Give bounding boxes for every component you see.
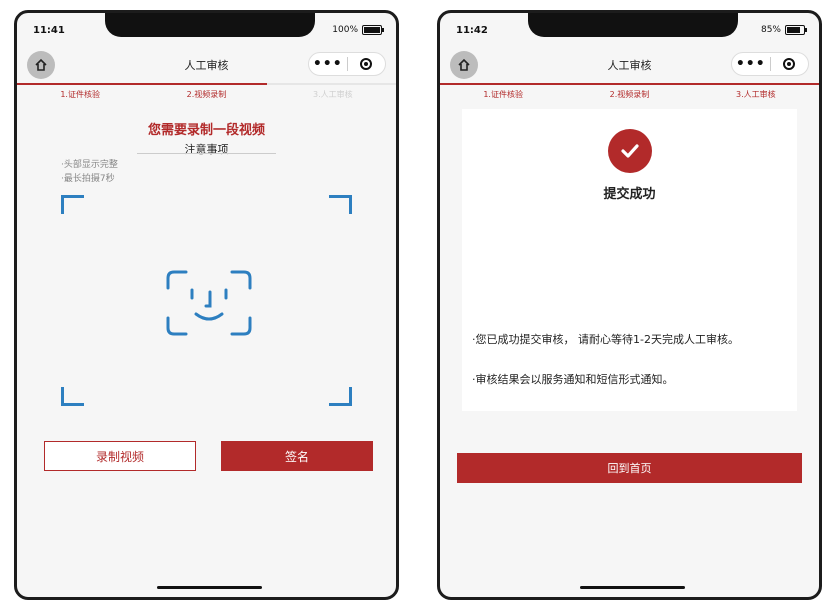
close-target-button[interactable] — [348, 58, 386, 70]
record-video-button[interactable]: 录制视频 — [44, 441, 196, 471]
step-1: 1.证件核验 — [60, 90, 100, 99]
battery-icon — [362, 25, 384, 35]
mini-program-capsule: ••• — [731, 52, 809, 76]
notes-divider — [137, 153, 276, 154]
nav-bar: 人工审核 ••• — [17, 47, 396, 83]
back-home-button[interactable]: 回到首页 — [457, 453, 802, 483]
target-icon — [783, 58, 796, 70]
home-indicator — [580, 586, 685, 589]
step-3: 3.人工审核 — [736, 90, 776, 99]
note-item: ·最长拍摄7秒 — [61, 174, 115, 184]
step-3: 3.人工审核 — [313, 90, 353, 99]
progress-fill — [440, 83, 819, 85]
step-1: 1.证件核验 — [483, 90, 523, 99]
frame-corner-top-left — [61, 195, 84, 214]
success-title: 提交成功 — [603, 187, 656, 202]
step-2: 2.视频录制 — [609, 90, 650, 99]
face-id-icon — [166, 270, 252, 336]
status-time: 11:41 — [33, 25, 65, 36]
progress-bar — [17, 83, 396, 85]
check-mark-icon — [620, 144, 639, 158]
close-target-button[interactable] — [771, 58, 809, 70]
mini-program-capsule: ••• — [308, 52, 386, 76]
notch — [528, 13, 738, 37]
status-right: 85% — [760, 25, 807, 35]
frame-corner-top-right — [329, 195, 352, 214]
battery-fill — [787, 27, 801, 33]
message-item: ·审核结果会以服务通知和短信形式通知。 — [472, 373, 674, 386]
more-dots-icon[interactable]: ••• — [309, 57, 347, 71]
status-time: 11:42 — [456, 25, 488, 36]
more-dots-icon[interactable]: ••• — [732, 57, 770, 71]
battery-fill — [364, 27, 380, 33]
frame-corner-bottom-right — [329, 387, 352, 406]
progress-fill — [17, 83, 268, 85]
phone-right: 11:42 85% 人工审核 ••• 1.证件核验 2.视频录制 3.人工审核 … — [437, 10, 822, 600]
step-2: 2.视频录制 — [186, 90, 227, 99]
step-list: 1.证件核验 2.视频录制 3.人工审核 — [440, 89, 819, 100]
notch — [105, 13, 315, 37]
step-list: 1.证件核验 2.视频录制 3.人工审核 — [17, 89, 396, 100]
notes-title: 注意事项 — [184, 143, 229, 156]
nav-bar: 人工审核 ••• — [440, 47, 819, 83]
status-right: 100% — [332, 25, 384, 35]
frame-corner-bottom-left — [61, 387, 84, 406]
home-indicator — [157, 586, 262, 589]
progress-bar — [440, 83, 819, 85]
note-item: ·头部显示完整 — [61, 160, 118, 170]
battery-percent: 100% — [332, 25, 358, 35]
check-circle-icon — [607, 129, 652, 173]
target-icon — [360, 58, 373, 70]
record-headline: 您需要录制一段视频 — [147, 123, 265, 138]
phone-left: 11:41 100% 人工审核 ••• 1.证件核验 2.视频录制 3.人工审核… — [14, 10, 399, 600]
battery-percent: 85% — [760, 25, 781, 35]
battery-icon — [785, 25, 807, 35]
result-card: 提交成功 ·您已成功提交审核， 请耐心等待1-2天完成人工审核。 ·审核结果会以… — [462, 109, 797, 411]
message-item: ·您已成功提交审核， 请耐心等待1-2天完成人工审核。 — [472, 333, 739, 346]
sign-button[interactable]: 签名 — [221, 441, 373, 471]
